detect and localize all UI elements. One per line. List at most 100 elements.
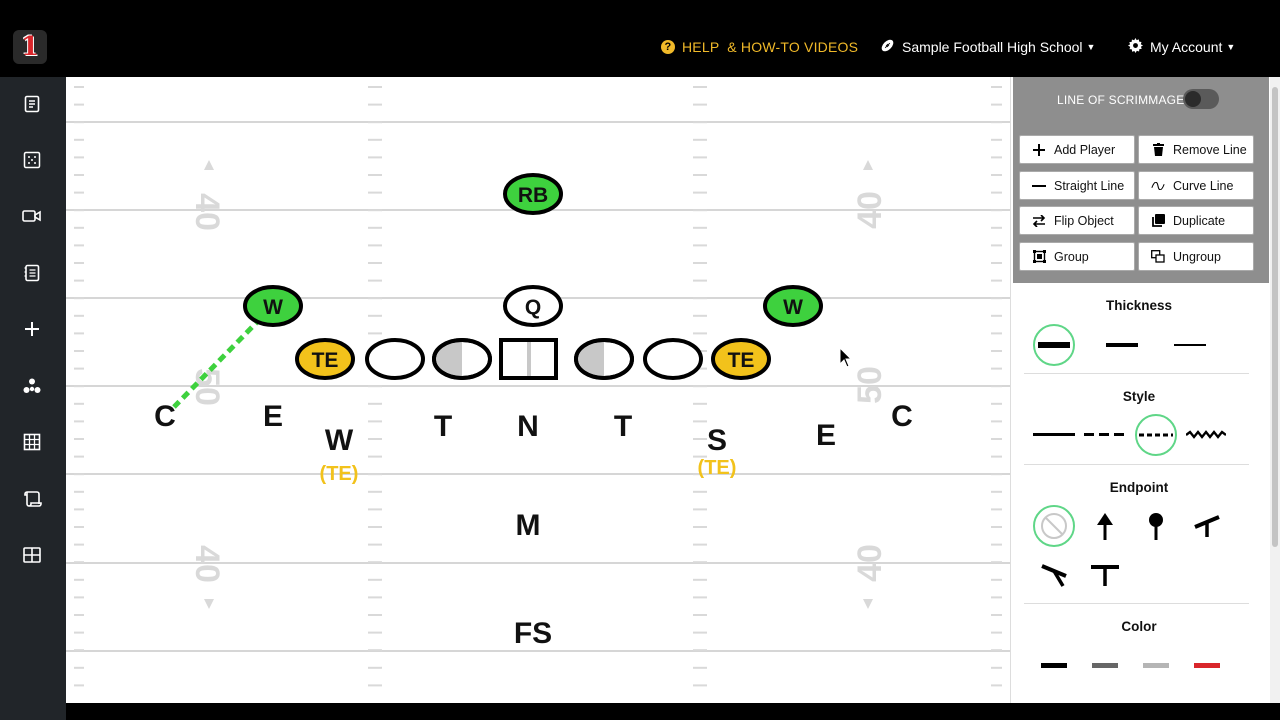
player-te-left[interactable]: TE — [295, 338, 355, 380]
group-label: Group — [1054, 249, 1089, 264]
defender-w[interactable]: W — [325, 424, 354, 457]
school-dropdown[interactable]: Sample Football High School ▼ — [880, 37, 1095, 57]
defender-s[interactable]: S — [707, 424, 727, 457]
help-label: HELP & HOW-TO VIDEOS — [682, 39, 859, 55]
account-label: My Account — [1150, 39, 1223, 55]
color-black-option[interactable] — [1033, 644, 1075, 686]
panel-scrollbar-thumb[interactable] — [1272, 87, 1278, 547]
account-dropdown[interactable]: My Account ▼ — [1128, 37, 1235, 57]
yard-number-left-upper: 40 — [188, 193, 226, 231]
flip-object-button[interactable]: Flip Object — [1019, 206, 1135, 235]
sidebar-item-grid[interactable] — [17, 427, 47, 457]
color-red-option[interactable] — [1186, 644, 1228, 686]
color-gray-option[interactable] — [1084, 644, 1126, 686]
solid-line-icon — [1033, 433, 1075, 436]
section-divider — [1024, 373, 1249, 374]
remove-line-label: Remove Line — [1173, 142, 1247, 157]
yard-number-right-lower: 40 — [851, 544, 889, 582]
add-player-button[interactable]: Add Player — [1019, 135, 1135, 164]
curve-line-label: Curve Line — [1173, 178, 1234, 193]
player-lg[interactable] — [432, 338, 492, 380]
style-solid-option[interactable] — [1033, 414, 1075, 456]
top-navbar: 1 ? HELP & HOW-TO VIDEOS Sample Football… — [0, 0, 1280, 77]
player-rg[interactable] — [574, 338, 634, 380]
sidebar-item-playbook[interactable] — [17, 89, 47, 119]
block-angle-endpoint-icon — [1194, 515, 1220, 537]
color-black-swatch — [1041, 662, 1067, 668]
defender-e-right[interactable]: E — [816, 419, 836, 452]
tool-panel: LINE OF SCRIMMAGE Add Player Remove Line… — [1010, 77, 1270, 703]
defender-fs[interactable]: FS — [514, 617, 552, 650]
sidebar-item-table[interactable] — [17, 540, 47, 570]
style-dotted-option[interactable] — [1135, 414, 1177, 456]
ungroup-label: Ungroup — [1173, 249, 1221, 264]
curve-line-icon — [1151, 181, 1165, 190]
question-circle-icon: ? — [661, 40, 675, 54]
defender-t-right[interactable]: T — [614, 410, 632, 443]
yard-number-right-upper: 40 — [851, 191, 889, 229]
playbook-icon — [24, 95, 40, 113]
group-object-icon — [1032, 250, 1046, 263]
sidebar-item-video[interactable] — [17, 201, 47, 231]
endpoint-none-option[interactable] — [1033, 505, 1075, 547]
player-rb[interactable]: RB — [503, 173, 563, 215]
arrow-endpoint-icon — [1097, 513, 1113, 540]
style-title: Style — [1122, 389, 1156, 404]
endpoint-block-left-option[interactable] — [1033, 554, 1075, 596]
left-sidebar — [0, 77, 66, 720]
thin-line-icon — [1174, 344, 1206, 346]
color-light-gray-option[interactable] — [1135, 644, 1177, 686]
endpoint-block-t-option[interactable] — [1084, 554, 1126, 596]
remove-line-button[interactable]: Remove Line — [1138, 135, 1254, 164]
block-t-endpoint-icon — [1091, 565, 1119, 586]
duplicate-icon — [1151, 214, 1165, 227]
app-logo[interactable]: 1 — [13, 30, 47, 64]
sidebar-item-formations[interactable] — [17, 145, 47, 175]
sidebar-item-groups[interactable] — [17, 371, 47, 401]
defender-c-right[interactable]: C — [891, 400, 913, 433]
curve-line-button[interactable]: Curve Line — [1138, 171, 1254, 200]
player-w-left-label: W — [263, 296, 283, 319]
player-center[interactable] — [499, 338, 558, 380]
group-button[interactable]: Group — [1019, 242, 1135, 271]
thickness-medium-option[interactable] — [1101, 324, 1143, 366]
style-zigzag-option[interactable] — [1185, 414, 1227, 456]
help-videos-link[interactable]: ? HELP & HOW-TO VIDEOS — [661, 37, 858, 57]
player-w-right[interactable]: W — [763, 285, 823, 327]
thickness-thick-option[interactable] — [1033, 324, 1075, 366]
sidebar-item-scripts[interactable] — [17, 484, 47, 514]
sidebar-item-notes[interactable] — [17, 258, 47, 288]
endpoint-block-angle-option[interactable] — [1186, 505, 1228, 547]
duplicate-button[interactable]: Duplicate — [1138, 206, 1254, 235]
offense-players: RB W Q W TE TE — [243, 173, 823, 380]
field-drawing: 40 50 40 40 50 40 RB W Q W TE TE C E W T… — [66, 86, 1010, 687]
endpoint-arrow-option[interactable] — [1084, 505, 1126, 547]
defender-n[interactable]: N — [517, 410, 539, 443]
defender-t-left[interactable]: T — [434, 410, 452, 443]
style-dashed-option[interactable] — [1084, 414, 1126, 456]
yard-number-left-lower: 40 — [188, 545, 226, 583]
player-qb[interactable]: Q — [503, 285, 563, 327]
panel-scrollbar[interactable] — [1270, 77, 1280, 703]
straight-line-button[interactable]: Straight Line — [1019, 171, 1135, 200]
thickness-thin-option[interactable] — [1169, 324, 1211, 366]
thickness-title: Thickness — [1105, 298, 1173, 313]
defender-c-left[interactable]: C — [154, 400, 176, 433]
ungroup-button[interactable]: Ungroup — [1138, 242, 1254, 271]
add-player-label: Add Player — [1054, 142, 1116, 157]
defense-tags: (TE) (TE) — [320, 457, 737, 485]
player-te-right[interactable]: TE — [711, 338, 771, 380]
tag-te-right: (TE) — [698, 457, 737, 479]
defender-e-left[interactable]: E — [263, 400, 283, 433]
endpoint-dot-option[interactable] — [1135, 505, 1177, 547]
defense-players: C E W T N T S E C M FS — [154, 400, 913, 650]
player-w-left[interactable]: W — [243, 285, 303, 327]
straight-line-label: Straight Line — [1054, 178, 1125, 193]
player-rt[interactable] — [643, 338, 703, 380]
sidebar-item-add[interactable] — [17, 314, 47, 344]
defender-m[interactable]: M — [516, 509, 541, 542]
plus-icon — [1032, 143, 1046, 156]
play-canvas[interactable]: 40 50 40 40 50 40 RB W Q W TE TE C E W T… — [66, 77, 1010, 703]
player-lt[interactable] — [365, 338, 425, 380]
los-toggle[interactable] — [1183, 89, 1219, 109]
